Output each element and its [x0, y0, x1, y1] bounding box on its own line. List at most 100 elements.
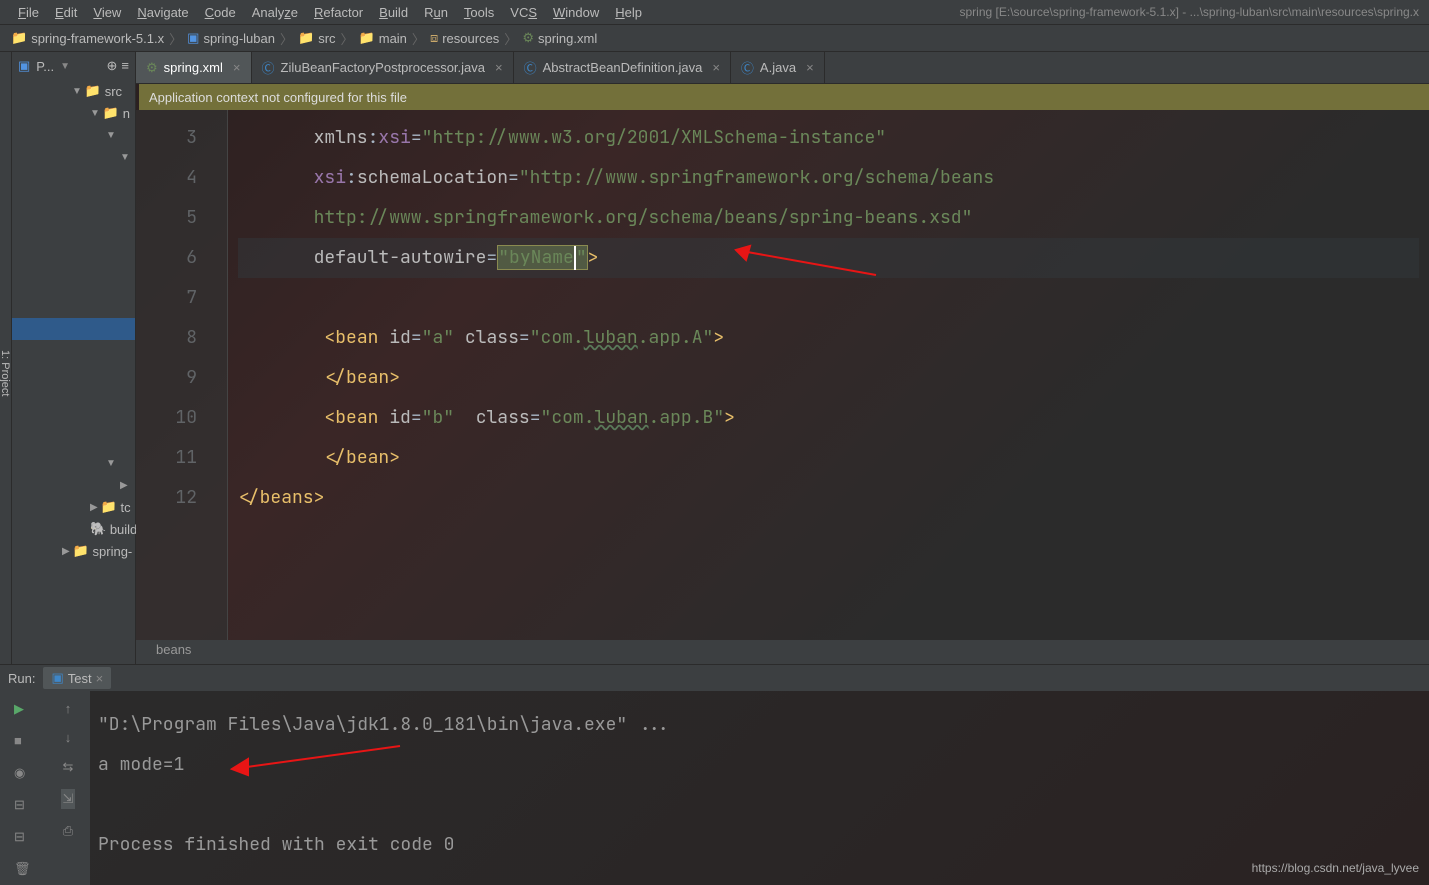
project-tree[interactable]: ▼📁 src ▼📁 n ▼ ▼ ▼ ▶ ▶📁 tc 🐘 build ▶📁 spr…: [12, 80, 135, 562]
crumb-sep: 〉: [502, 29, 519, 48]
project-panel-header: ▣ P... ▼ ⊕ ≡: [12, 52, 135, 80]
console-line: Process finished with exit code 0: [98, 825, 1421, 865]
down-arrow-icon[interactable]: ↓: [65, 730, 72, 745]
annotation-arrow-icon: [220, 741, 410, 781]
crumb-main[interactable]: 📁main: [356, 30, 410, 46]
code-breadcrumb[interactable]: beans: [136, 640, 1429, 664]
tab-abd[interactable]: Ⓒ AbstractBeanDefinition.java ×: [514, 52, 731, 83]
console-line: "D:\Program Files\Java\jdk1.8.0_181\bin\…: [98, 705, 1421, 745]
close-icon[interactable]: ×: [233, 60, 241, 75]
tab-a[interactable]: Ⓒ A.java ×: [731, 52, 825, 83]
menu-view[interactable]: View: [85, 5, 129, 20]
up-arrow-icon[interactable]: ↑: [65, 701, 72, 716]
tree-node-selected[interactable]: [12, 318, 135, 340]
menu-build[interactable]: Build: [371, 5, 416, 20]
code-content[interactable]: xmlns:xsi="http://www.w3.org/2001/XMLSch…: [228, 110, 1429, 640]
run-tool-column-nav: ↑ ↓ ⇆ ⇲ ⎙: [46, 691, 90, 885]
tree-node-hidden[interactable]: ▼: [12, 452, 135, 474]
tab-label: ZiluBeanFactoryPostprocessor.java: [281, 60, 485, 75]
run-label: Run:: [8, 671, 35, 686]
menu-tools[interactable]: Tools: [456, 5, 502, 20]
run-console[interactable]: "D:\Program Files\Java\jdk1.8.0_181\bin\…: [90, 691, 1429, 885]
run-panel: Run: ▣ Test × ▶ ■ ◉ ⊟ ⊟ 🗑 ↑ ↓ ⇆ ⇲ ⎙ "D:\…: [0, 664, 1429, 885]
line-number: 4: [136, 158, 197, 198]
run-stop-icon[interactable]: ■: [14, 733, 32, 751]
menu-window[interactable]: Window: [545, 5, 607, 20]
menu-analyze[interactable]: Analyze: [244, 5, 306, 20]
notification-bar[interactable]: Application context not configured for t…: [139, 84, 1429, 110]
editor-region: ⚙ spring.xml × Ⓒ ZiluBeanFactoryPostproc…: [136, 52, 1429, 664]
crumb-module[interactable]: ▣spring-luban: [184, 30, 278, 46]
tree-node-sub[interactable]: ▼: [12, 124, 135, 146]
notification-text: Application context not configured for t…: [149, 90, 407, 105]
menu-help[interactable]: Help: [607, 5, 650, 20]
resources-icon: ⧈: [430, 30, 438, 46]
java-class-icon: Ⓒ: [262, 58, 275, 77]
folder-icon: 📁: [103, 105, 119, 121]
target-icon[interactable]: ⊕: [107, 58, 118, 74]
annotation-arrow-icon: [726, 240, 886, 280]
crumb-project[interactable]: 📁spring-framework-5.1.x: [8, 30, 167, 46]
project-icon: ▣: [18, 58, 30, 74]
tab-zilu[interactable]: Ⓒ ZiluBeanFactoryPostprocessor.java ×: [252, 52, 514, 83]
left-tool-strip[interactable]: 1: Project: [0, 52, 12, 664]
run-config-tab[interactable]: ▣ Test ×: [43, 667, 111, 689]
watermark: https://blog.csdn.net/java_lyvee: [1252, 861, 1419, 875]
tree-node-sub2[interactable]: ▼: [12, 146, 135, 168]
line-number: 11: [136, 438, 197, 478]
project-panel: ▣ P... ▼ ⊕ ≡ ▼📁 src ▼📁 n ▼ ▼ ▼ ▶ ▶📁 tc 🐘…: [12, 52, 136, 664]
java-class-icon: Ⓒ: [741, 58, 754, 77]
folder-icon: 📁: [11, 30, 27, 46]
module-icon: ▣: [187, 30, 199, 46]
run-config-name: Test: [68, 671, 92, 686]
menu-refactor[interactable]: Refactor: [306, 5, 371, 20]
run-camera-icon[interactable]: ◉: [14, 765, 32, 783]
run-trash-icon[interactable]: 🗑: [14, 861, 32, 879]
tree-node-build[interactable]: 🐘 build: [12, 518, 135, 540]
wrap-icon[interactable]: ⇆: [63, 759, 74, 775]
breadcrumb: 📁spring-framework-5.1.x 〉 ▣spring-luban …: [0, 24, 1429, 52]
window-title: spring [E:\source\spring-framework-5.1.x…: [960, 5, 1420, 19]
line-number: 7: [136, 278, 197, 318]
folder-icon: 📁: [298, 30, 314, 46]
crumb-sep: 〉: [167, 29, 184, 48]
tree-node-expand[interactable]: ▶: [12, 474, 135, 496]
tree-node-src[interactable]: ▼📁 src: [12, 80, 135, 102]
run-pin-icon[interactable]: ⊟: [14, 829, 32, 847]
project-tool-label[interactable]: 1: Project: [0, 350, 11, 396]
folder-icon: 📁: [73, 543, 89, 559]
close-icon[interactable]: ×: [806, 60, 814, 75]
crumb-resources[interactable]: ⧈resources: [427, 30, 502, 46]
xml-file-icon: ⚙: [146, 60, 158, 76]
tab-spring-xml[interactable]: ⚙ spring.xml ×: [136, 52, 252, 83]
close-icon[interactable]: ×: [495, 60, 503, 75]
tree-node-spring[interactable]: ▶📁 spring-: [12, 540, 135, 562]
menu-file[interactable]: FFileile: [10, 5, 47, 20]
menu-navigate[interactable]: Navigate: [129, 5, 196, 20]
scroll-icon[interactable]: ⇲: [61, 789, 76, 809]
gutter: 3 4 5 6 7 8 9 10 11 12: [136, 110, 228, 640]
close-icon[interactable]: ×: [712, 60, 720, 75]
menu-code[interactable]: Code: [197, 5, 244, 20]
run-layout-icon[interactable]: ⊟: [14, 797, 32, 815]
tree-node-tc[interactable]: ▶📁 tc: [12, 496, 135, 518]
crumb-file[interactable]: ⚙spring.xml: [519, 30, 600, 46]
dropdown-icon[interactable]: ▼: [60, 61, 70, 72]
tab-label: A.java: [760, 60, 796, 75]
collapse-icon[interactable]: ≡: [121, 58, 129, 74]
project-view-label[interactable]: P...: [36, 59, 54, 74]
tree-node-main[interactable]: ▼📁 n: [12, 102, 135, 124]
menu-vcs[interactable]: VCS: [502, 5, 545, 20]
close-icon[interactable]: ×: [96, 671, 104, 686]
main-area: 1: Project ▣ P... ▼ ⊕ ≡ ▼📁 src ▼📁 n ▼ ▼ …: [0, 52, 1429, 664]
print-icon[interactable]: ⎙: [63, 823, 73, 839]
menu-run[interactable]: Run: [416, 5, 456, 20]
run-play-icon[interactable]: ▶: [14, 701, 32, 719]
line-number: 3: [136, 118, 197, 158]
run-body: ▶ ■ ◉ ⊟ ⊟ 🗑 ↑ ↓ ⇆ ⇲ ⎙ "D:\Program Files\…: [0, 691, 1429, 885]
menu-edit[interactable]: Edit: [47, 5, 85, 20]
editor-body[interactable]: 3 4 5 6 7 8 9 10 11 12 xmlns:xsi="http:/…: [136, 110, 1429, 640]
folder-icon: 📁: [85, 83, 101, 99]
line-number: 6: [136, 238, 197, 278]
crumb-src[interactable]: 📁src: [295, 30, 339, 46]
